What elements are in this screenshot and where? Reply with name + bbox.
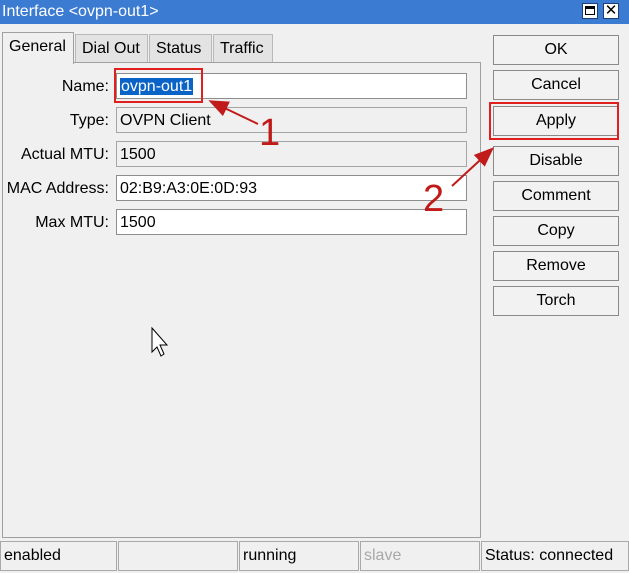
arrow-2-icon <box>451 147 494 187</box>
mouse-cursor-icon <box>151 326 169 357</box>
annotation-arrows <box>151 100 494 357</box>
tab-general[interactable]: General <box>2 32 74 64</box>
status-blank <box>118 541 238 571</box>
annotation-number-1: 1 <box>259 112 281 154</box>
status-enabled: enabled <box>0 541 117 571</box>
annotation-number-2: 2 <box>423 178 445 220</box>
status-connection: Status: connected <box>481 541 629 571</box>
status-bar: enabled running slave Status: connected <box>0 541 629 571</box>
arrow-1-icon <box>208 100 259 125</box>
status-slave: slave <box>360 541 480 571</box>
status-running: running <box>239 541 359 571</box>
